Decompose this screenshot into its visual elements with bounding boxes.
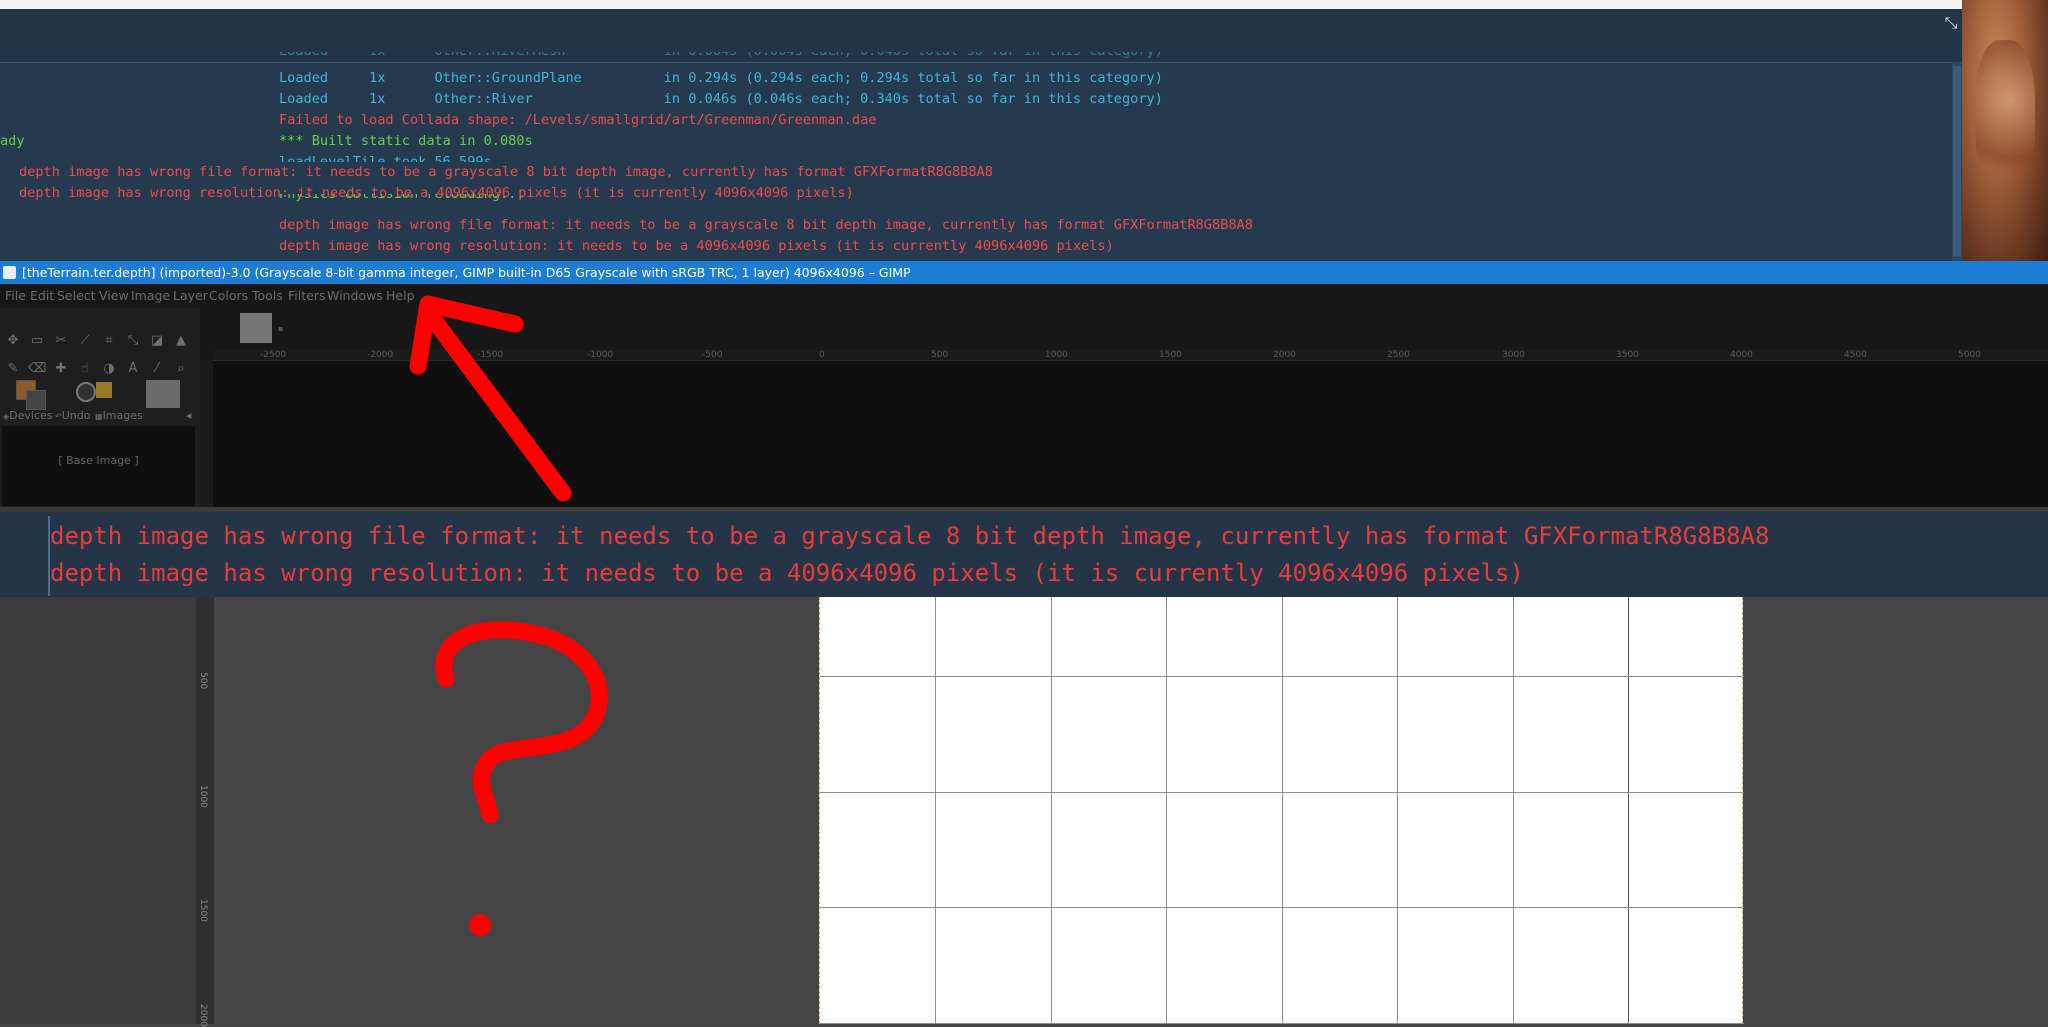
ruler-label: 2500 xyxy=(1387,350,1410,360)
images-icon: ▦ xyxy=(95,412,103,421)
menu-windows[interactable]: Windows xyxy=(327,284,383,308)
grid-line xyxy=(1513,597,1514,1024)
gimp-menubar: File Edit Select View Image Layer Colors… xyxy=(0,284,430,308)
ruler-label: 1000 xyxy=(1045,350,1068,360)
menu-edit[interactable]: Edit xyxy=(30,284,54,308)
tab-undo[interactable]: ↶Undo xyxy=(55,408,90,425)
background-photo-detail xyxy=(1975,40,2035,190)
grid-line xyxy=(1051,597,1052,1024)
image-tabs: ▪ xyxy=(200,308,290,344)
dock-menu-icon[interactable]: ◂ xyxy=(186,408,192,424)
menu-view[interactable]: View xyxy=(99,284,129,308)
grid-line xyxy=(1397,597,1398,1024)
pattern-preview-icon[interactable] xyxy=(96,382,112,398)
gimp-dock-panel xyxy=(0,597,196,1024)
ruler-label: -1500 xyxy=(477,350,504,360)
eraser-tool-icon[interactable]: ⌫ xyxy=(28,360,46,378)
ruler-label: 4000 xyxy=(1730,350,1753,360)
gradient-tool-icon[interactable]: ▲ xyxy=(172,332,190,350)
ruler-label: 5000 xyxy=(1958,350,1981,360)
grid-line xyxy=(1282,597,1283,1024)
image-tab-thumbnail[interactable] xyxy=(240,313,272,343)
console-line: Loaded 1x Other::GroundPlane in 0.294s (… xyxy=(279,70,1163,86)
rect-select-tool-icon[interactable]: ▭ xyxy=(28,332,46,350)
ruler-label: 0 xyxy=(819,350,825,360)
browser-top-strip xyxy=(0,0,2048,9)
ruler-label: -1000 xyxy=(587,350,614,360)
ruler-label: -500 xyxy=(702,350,723,360)
grid-line xyxy=(1628,597,1629,1024)
ruler-label: 500 xyxy=(931,350,949,360)
crop-tool-icon[interactable]: ⌗ xyxy=(100,332,118,350)
tab-menu-icon[interactable]: ▪ xyxy=(278,324,284,333)
ruler-label: 1500 xyxy=(1159,350,1182,360)
undo-icon: ↶ xyxy=(55,412,62,421)
ruler-label: 500 xyxy=(198,672,208,690)
big-error-line: depth image has wrong resolution: it nee… xyxy=(50,559,1524,587)
paintbrush-tool-icon[interactable]: ✎ xyxy=(4,360,22,378)
base-image-label: [ Base Image ] xyxy=(58,454,139,467)
window-title: [theTerrain.ter.depth] (imported)-3.0 (G… xyxy=(22,265,911,280)
free-select-tool-icon[interactable]: ✂ xyxy=(52,332,70,350)
bucket-fill-tool-icon[interactable]: ◪ xyxy=(148,332,166,350)
gimp-app-icon xyxy=(3,266,16,279)
ruler-label: -2500 xyxy=(260,350,287,360)
text-tool-icon[interactable]: A xyxy=(124,360,142,378)
console-line: Loaded 1x Other::River in 0.046s (0.046s… xyxy=(279,91,1163,107)
ruler-label: 2000 xyxy=(1273,350,1296,360)
ruler-label: -2000 xyxy=(367,350,394,360)
menu-select[interactable]: Select xyxy=(57,284,96,308)
transform-tool-icon[interactable]: ⤡ xyxy=(124,332,142,350)
tab-images[interactable]: ▦Images xyxy=(95,408,143,425)
dock-tabs: ◈Devices ↶Undo ▦Images ◂ xyxy=(0,408,200,424)
console-line: depth image has wrong resolution: it nee… xyxy=(279,238,1114,254)
image-canvas[interactable] xyxy=(819,597,1744,1024)
console-line: depth image has wrong file format: it ne… xyxy=(279,217,1253,233)
menu-image[interactable]: Image xyxy=(131,284,170,308)
menu-tools[interactable]: Tools xyxy=(252,284,283,308)
vertical-ruler-top[interactable] xyxy=(200,360,213,507)
tab-devices[interactable]: ◈Devices xyxy=(3,408,53,425)
image-preview-thumbnail[interactable] xyxy=(146,380,180,408)
menu-help[interactable]: Help xyxy=(386,284,415,308)
grid-line xyxy=(820,792,1744,793)
zoom-tool-icon[interactable]: ⌕ xyxy=(172,360,190,378)
exit-fullscreen-icon[interactable]: ⤡ xyxy=(1940,12,1962,34)
paths-tool-icon[interactable]: ⟋ xyxy=(76,332,94,350)
grid-line xyxy=(820,907,1744,908)
ruler-label: 2000 xyxy=(198,1004,208,1027)
ruler-label: 1000 xyxy=(198,785,208,808)
console-line-clipped: Loaded 1x Other::RiverMesh in 0.004s (0.… xyxy=(279,52,1163,62)
grid-line xyxy=(935,597,936,1024)
move-tool-icon[interactable]: ✥ xyxy=(4,332,22,350)
brush-preview-icon[interactable] xyxy=(76,382,96,402)
menu-file[interactable]: File xyxy=(5,284,26,308)
color-picker-tool-icon[interactable]: ⁄ xyxy=(148,360,166,378)
ruler-label: 3500 xyxy=(1616,350,1639,360)
overlay-error-line: depth image has wrong file format: it ne… xyxy=(19,164,993,180)
ruler-label: 3000 xyxy=(1502,350,1525,360)
console-line: *** Built static data in 0.080s xyxy=(279,133,533,149)
grid-line xyxy=(820,676,1744,677)
dodge-tool-icon[interactable]: ◑ xyxy=(100,360,118,378)
heal-tool-icon[interactable]: ✚ xyxy=(52,360,70,378)
smudge-tool-icon[interactable]: ☝ xyxy=(76,360,94,378)
big-error-line: depth image has wrong file format: it ne… xyxy=(50,522,1770,550)
menu-colors[interactable]: Colors xyxy=(209,284,248,308)
console-line: Failed to load Collada shape: /Levels/sm… xyxy=(279,112,877,128)
console-left-fragment: ady xyxy=(0,133,25,149)
vertical-ruler[interactable]: 500 1000 1500 2000 xyxy=(196,597,214,1027)
menu-filters[interactable]: Filters xyxy=(288,284,325,308)
console-line-clipped: loadLevelTile took 56.599s xyxy=(279,154,492,162)
horizontal-ruler[interactable]: -2500 -2000 -1500 -1000 -500 0 500 1000 … xyxy=(213,350,2048,361)
console-scroll-thumb[interactable] xyxy=(1953,66,1961,256)
grid-line xyxy=(1166,597,1167,1024)
ruler-label: 4500 xyxy=(1844,350,1867,360)
background-color-swatch[interactable] xyxy=(26,390,46,410)
overlay-error-line: depth image has wrong resolution: it nee… xyxy=(19,185,854,201)
menu-layer[interactable]: Layer xyxy=(173,284,208,308)
ruler-label: 1500 xyxy=(198,899,208,922)
canvas-area-dark[interactable] xyxy=(213,361,2048,507)
console-log: Loaded 1x Other::RiverMesh in 0.004s (0.… xyxy=(0,52,1962,261)
